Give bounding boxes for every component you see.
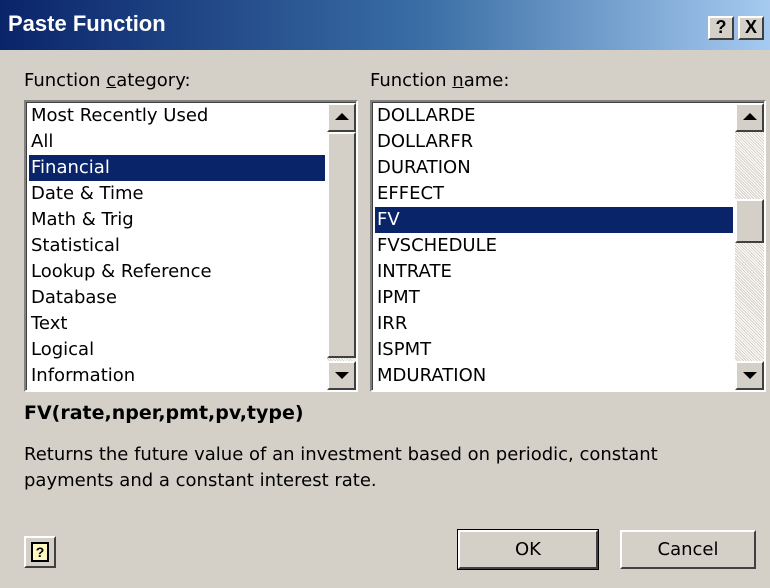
function-list-item[interactable]: FVSCHEDULE	[375, 233, 733, 259]
function-scrollbar[interactable]	[735, 103, 764, 390]
category-scroll-up-button[interactable]	[327, 103, 356, 132]
function-scroll-down-button[interactable]	[735, 361, 764, 390]
title-bar[interactable]: Paste Function ? X	[0, 0, 770, 50]
function-list-item[interactable]: DOLLARDE	[375, 103, 733, 129]
function-list-item[interactable]: EFFECT	[375, 181, 733, 207]
arrow-down-icon	[335, 372, 349, 379]
function-description: Returns the future value of an investmen…	[24, 444, 658, 491]
arrow-down-icon	[743, 372, 757, 379]
category-list-item[interactable]: Logical	[29, 337, 325, 363]
function-syntax: FV(rate,nper,pmt,pv,type)	[24, 402, 304, 424]
category-list: Most Recently Used All Financial Date & Tim…	[29, 103, 325, 389]
function-list-item[interactable]: DURATION	[375, 155, 733, 181]
category-list-item[interactable]: Information	[29, 363, 325, 389]
category-scrollbar[interactable]	[327, 103, 356, 390]
category-list-item[interactable]: Database	[29, 285, 325, 311]
function-list-item[interactable]: IRR	[375, 311, 733, 337]
cancel-button[interactable]: Cancel	[620, 530, 756, 569]
function-scroll-thumb[interactable]	[735, 199, 764, 243]
function-name-label: Function name:	[370, 70, 510, 91]
category-list-item[interactable]: Financial	[29, 155, 325, 181]
category-list-item[interactable]: Text	[29, 311, 325, 337]
close-button[interactable]: X	[738, 16, 764, 40]
function-list: DOLLARDE DOLLARFR DURATION EFFECT FV FVSCHEDU…	[375, 103, 733, 389]
function-list-item[interactable]: IPMT	[375, 285, 733, 311]
category-list-item[interactable]: Math & Trig	[29, 207, 325, 233]
function-scroll-up-button[interactable]	[735, 103, 764, 132]
function-category-label: Function category:	[24, 70, 191, 91]
function-list-item[interactable]: ISPMT	[375, 337, 733, 363]
category-list-item[interactable]: Lookup & Reference	[29, 259, 325, 285]
category-list-item[interactable]: Statistical	[29, 233, 325, 259]
category-listbox[interactable]: Most Recently Used All Financial Date & Tim…	[24, 100, 358, 392]
dialog-title: Paste Function	[8, 11, 166, 36]
function-list-item[interactable]: INTRATE	[375, 259, 733, 285]
help-icon: ?	[31, 542, 49, 562]
category-scroll-down-button[interactable]	[327, 361, 356, 390]
category-list-item[interactable]: Date & Time	[29, 181, 325, 207]
category-list-item[interactable]: Most Recently Used	[29, 103, 325, 129]
function-list-item[interactable]: DOLLARFR	[375, 129, 733, 155]
function-list-item[interactable]: MDURATION	[375, 363, 733, 389]
help-title-button[interactable]: ?	[708, 16, 734, 40]
category-scroll-thumb[interactable]	[327, 132, 356, 358]
help-button[interactable]: ?	[24, 536, 56, 568]
category-list-item[interactable]: All	[29, 129, 325, 155]
function-listbox[interactable]: DOLLARDE DOLLARFR DURATION EFFECT FV FVSCHEDU…	[370, 100, 766, 392]
arrow-up-icon	[335, 113, 349, 120]
arrow-up-icon	[743, 113, 757, 120]
function-list-item[interactable]: FV	[375, 207, 733, 233]
ok-button[interactable]: OK	[457, 529, 599, 570]
